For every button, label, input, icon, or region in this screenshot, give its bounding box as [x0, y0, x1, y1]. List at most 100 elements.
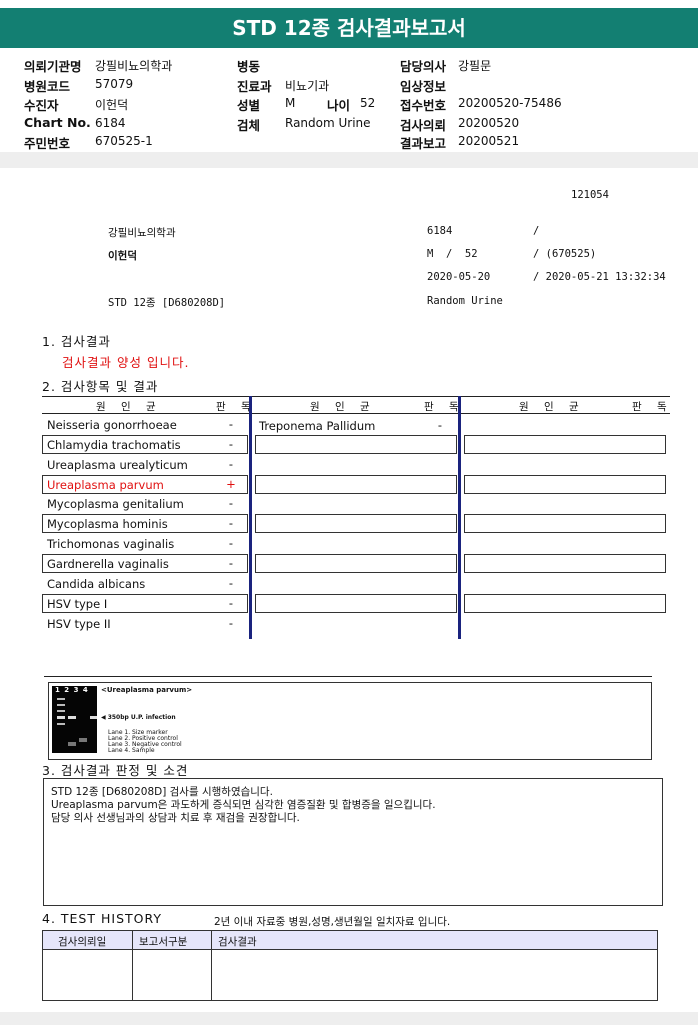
item-name: Mycoplasma genitalium: [47, 497, 184, 511]
section3-title: 3. 검사결과 판정 및 소견: [42, 763, 189, 778]
empty-result-box: [464, 594, 666, 613]
empty-result-box: [464, 514, 666, 533]
item-result: -: [228, 457, 234, 471]
item-result: -: [228, 596, 234, 610]
empty-result-box: [255, 435, 457, 454]
col3-pathogen-header: 원 인 균: [519, 401, 585, 413]
value-request-date: 20200520: [458, 116, 520, 130]
value-age: 52: [360, 96, 376, 110]
report-receipt-date: 2020-05-20: [427, 271, 491, 283]
label-receipt-no: 접수번호: [400, 98, 447, 113]
table-divider-2: [458, 396, 461, 639]
item-name: Gardnerella vaginalis: [47, 557, 169, 571]
figure-title: <Ureaplasma parvum>: [101, 686, 193, 694]
label-requesting-clinic: 의뢰기관명: [24, 59, 82, 74]
report-clinic: 강필비뇨의학과: [108, 227, 176, 239]
figure-top-line: [44, 676, 652, 677]
table-top-line: [42, 396, 670, 397]
item-name: HSV type I: [47, 597, 108, 611]
value-department: 비뇨기과: [285, 79, 330, 93]
item-result: -: [228, 496, 234, 510]
report-datetime: / 2020-05-21 13:32:34: [533, 271, 666, 283]
report-slash: /: [533, 225, 540, 237]
label-resident-no: 주민번호: [24, 136, 71, 151]
empty-result-box: [255, 514, 457, 533]
item-name: Chlamydia trachomatis: [47, 438, 181, 452]
item-name: Neisseria gonorrhoeae: [47, 418, 177, 432]
value-chart-no: 6184: [95, 116, 126, 130]
figure-arrow-label: ◀ 350bp U.P. infection: [101, 714, 176, 721]
col3-result-header: 판 독: [632, 401, 673, 413]
gel-lane-numbers: 1 2 3 4: [55, 686, 89, 694]
empty-result-box: [464, 435, 666, 454]
item-name: Trichomonas vaginalis: [47, 537, 175, 551]
report-specimen: Random Urine: [427, 295, 503, 307]
item-result: -: [228, 536, 234, 550]
label-age: 나이: [327, 98, 351, 113]
item-name: Mycoplasma hominis: [47, 517, 168, 531]
label-ward: 병동: [237, 59, 261, 74]
report-id-part: / (670525): [533, 248, 597, 260]
value-hospital-code: 57079: [95, 77, 134, 91]
col1-pathogen-header: 원 인 균: [96, 401, 162, 413]
value-sex: M: [285, 96, 296, 110]
history-note: 2년 이내 자료중 병원,성명,생년월일 일치자료 입니다.: [214, 916, 451, 928]
label-doctor: 담당의사: [400, 59, 447, 74]
label-clinical-info: 임상정보: [400, 79, 447, 94]
item-name: Ureaplasma parvum: [47, 478, 164, 492]
section4-title: 4. TEST HISTORY: [42, 911, 162, 926]
value-report-date: 20200521: [458, 134, 520, 148]
item-result: -: [228, 576, 234, 590]
empty-result-box: [255, 594, 457, 613]
history-body: [42, 949, 658, 1001]
report-chart-no: 6184: [427, 225, 453, 237]
report-code: 121054: [571, 189, 609, 201]
label-hospital-code: 병원코드: [24, 79, 71, 94]
history-col-request-date: 검사의뢰일: [58, 936, 107, 948]
label-patient: 수진자: [24, 98, 59, 113]
label-report-date: 결과보고: [400, 136, 447, 151]
table-divider-1: [249, 396, 252, 639]
section2-title: 2. 검사항목 및 결과: [42, 379, 159, 394]
label-specimen: 검체: [237, 118, 261, 133]
figure-legend-4: Lane 4. Sample: [108, 747, 155, 754]
value-resident-no: 670525-1: [95, 134, 153, 148]
item-result: -: [228, 437, 234, 451]
label-sex: 성별: [237, 98, 261, 113]
label-chart-no: Chart No.: [24, 115, 91, 130]
history-header-row: [42, 930, 658, 950]
report-title: STD 12종 검사결과보고서: [0, 8, 698, 48]
value-requesting-clinic: 강필비뇨의학과: [95, 59, 173, 73]
item-name: Ureaplasma urealyticum: [47, 458, 188, 472]
gel-image: [52, 686, 97, 753]
label-request-date: 검사의뢰: [400, 118, 447, 133]
report-patient-name: 이헌덕: [108, 250, 137, 262]
history-col-report-type: 보고서구분: [139, 936, 188, 948]
empty-result-box: [255, 554, 457, 573]
item-result: -: [228, 417, 234, 431]
item-treponema-pallidum: Treponema Pallidum: [259, 419, 376, 433]
item-result: -: [228, 516, 234, 530]
history-col-divider-2: [211, 930, 212, 1001]
empty-result-box: [464, 554, 666, 573]
section1-title: 1. 검사결과: [42, 334, 111, 349]
value-patient: 이헌덕: [95, 98, 129, 112]
item-result: -: [228, 556, 234, 570]
empty-result-box: [255, 475, 457, 494]
header-divider-band: [0, 152, 698, 168]
label-department: 진료과: [237, 79, 272, 94]
item-name: HSV type II: [47, 617, 111, 631]
report-test-name: STD 12종 [D680208D]: [108, 297, 226, 309]
value-doctor: 강필문: [458, 59, 492, 73]
item-result: -: [228, 616, 234, 630]
empty-result-box: [464, 475, 666, 494]
opinion-line-3: 담당 의사 선생님과의 상담과 치료 후 재검을 권장합니다.: [51, 812, 300, 824]
value-specimen: Random Urine: [285, 116, 371, 130]
history-col-divider-1: [132, 930, 133, 1001]
footer-band: [0, 1012, 698, 1025]
history-col-result: 검사결과: [218, 936, 257, 948]
item-name: Candida albicans: [47, 577, 146, 591]
col2-pathogen-header: 원 인 균: [310, 401, 376, 413]
result-treponema-pallidum: -: [437, 418, 443, 432]
section1-result: 검사결과 양성 입니다.: [62, 355, 190, 370]
